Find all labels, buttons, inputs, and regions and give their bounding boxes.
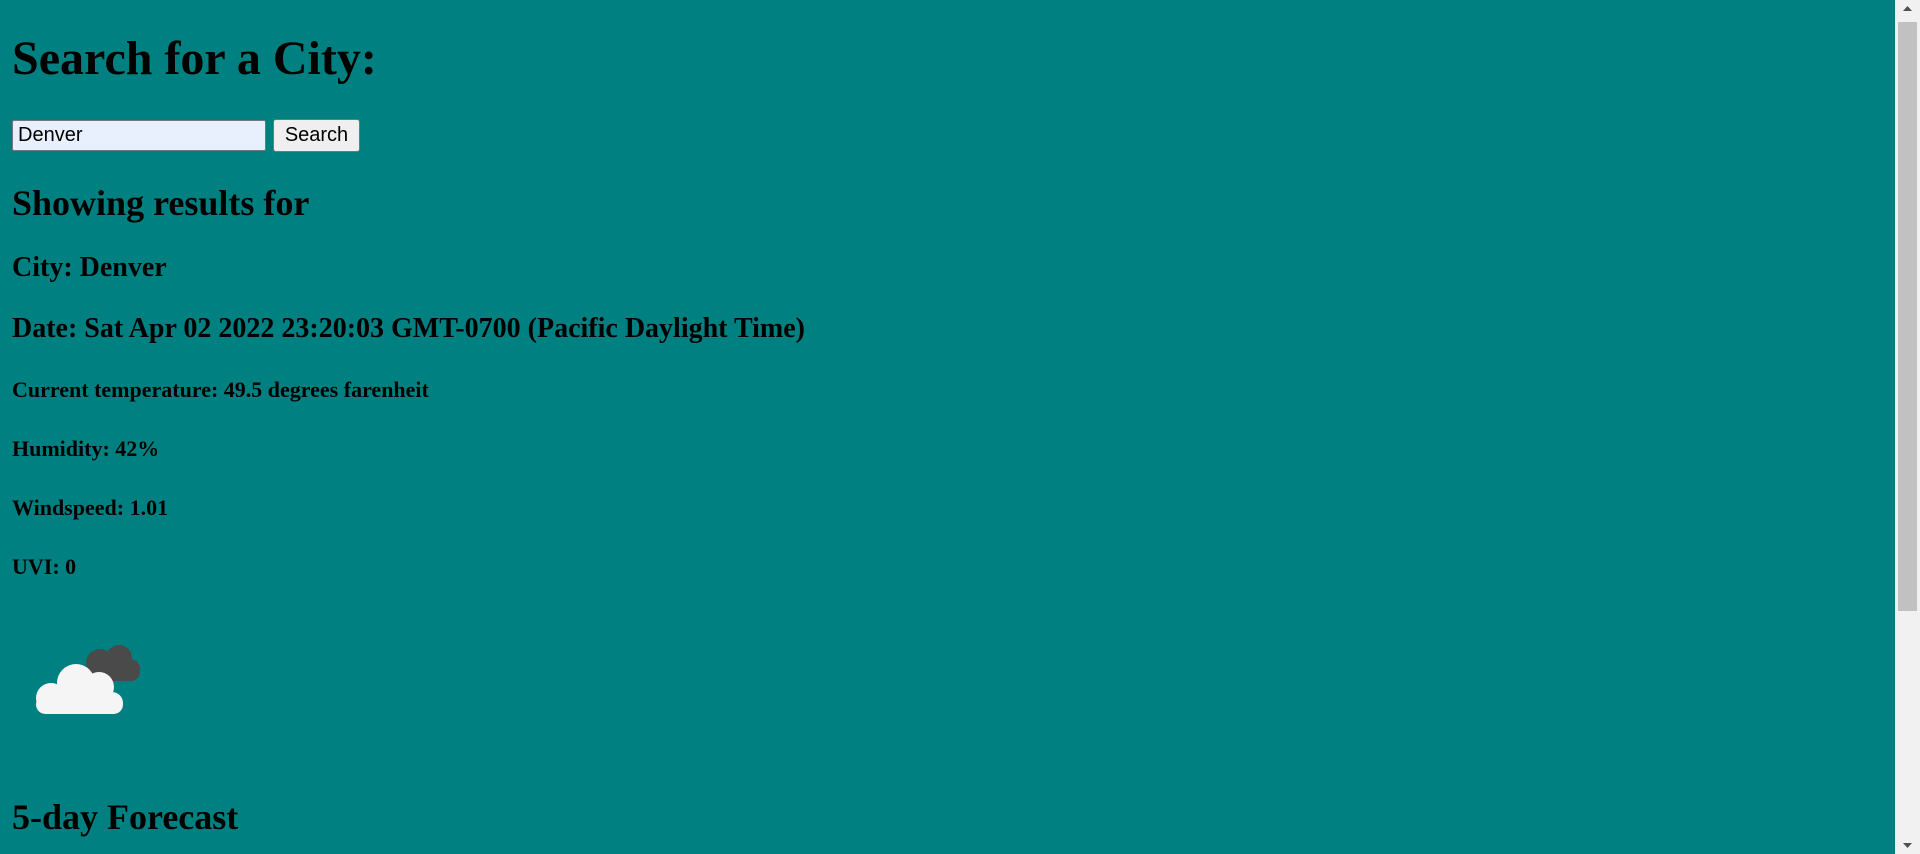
temperature-text: Current temperature: 49.5 degrees farenh… [12, 377, 429, 402]
vertical-scrollbar[interactable] [1895, 0, 1920, 854]
scrollbar-thumb[interactable] [1898, 22, 1917, 611]
uvi-text: UVI: 0 [12, 554, 77, 579]
scroll-down-arrow-icon[interactable] [1895, 837, 1920, 854]
scroll-up-arrow-icon[interactable] [1895, 0, 1920, 17]
page: Search for a City: Search Showing result… [0, 0, 1895, 854]
humidity-text: Humidity: 42% [12, 436, 160, 461]
city-name: City: Denver [12, 252, 167, 283]
results-heading: Showing results for [12, 183, 310, 223]
search-button[interactable]: Search [273, 119, 360, 152]
windspeed-text: Windspeed: 1.01 [12, 495, 169, 520]
page-title: Search for a City: [12, 32, 377, 85]
search-input[interactable] [12, 120, 266, 151]
forecast-heading: 5-day Forecast [12, 797, 239, 837]
date-text: Date: Sat Apr 02 2022 23:20:03 GMT-0700 … [12, 313, 806, 344]
partly-cloudy-night-icon [24, 635, 152, 735]
